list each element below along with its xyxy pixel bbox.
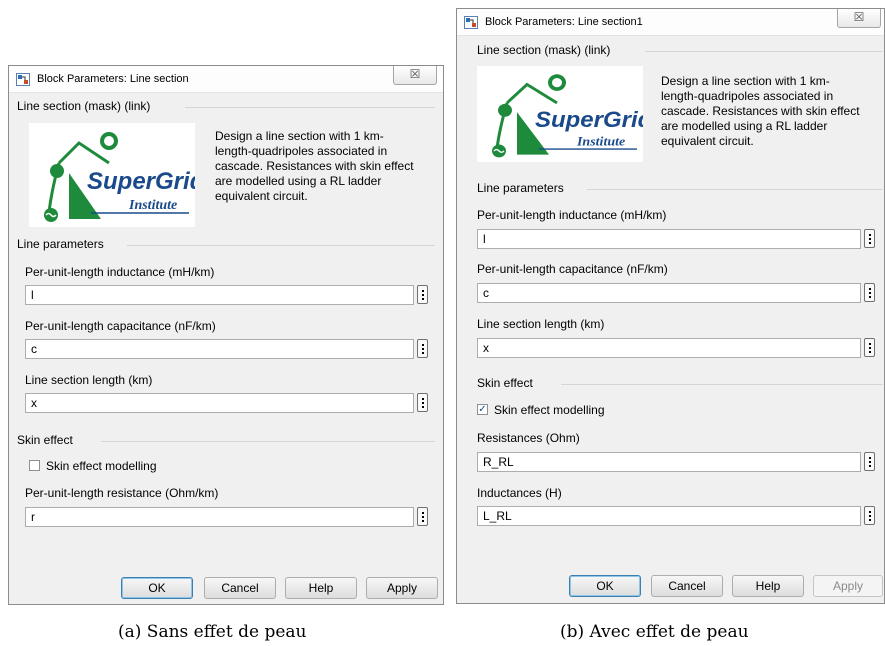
apply-button[interactable]: Apply	[813, 575, 883, 597]
checkmark-icon: ✓	[478, 404, 487, 415]
mask-header: Line section (mask) (link)	[17, 99, 151, 113]
line-params-header: Line parameters	[17, 237, 104, 251]
mask-description: Design a line section with 1 km- length-…	[661, 74, 860, 148]
capacitance-label: Per-unit-length capacitance (nF/km)	[477, 262, 668, 276]
title-bar[interactable]: Block Parameters: Line section1 ☒	[457, 9, 884, 36]
close-icon: ☒	[409, 67, 421, 81]
logo-sub: Institute	[576, 134, 625, 148]
title-bar[interactable]: Block Parameters: Line section ☒	[9, 66, 443, 93]
simulink-block-icon	[464, 16, 478, 29]
line-params-header: Line parameters	[477, 181, 564, 195]
simulink-block-icon	[16, 73, 30, 86]
help-button[interactable]: Help	[732, 575, 804, 597]
help-button[interactable]: Help	[285, 577, 357, 599]
skin-effect-header: Skin effect	[17, 433, 73, 447]
dialog-line-section: Block Parameters: Line section ☒ Line se…	[8, 65, 444, 605]
close-button[interactable]: ☒	[837, 9, 881, 28]
inductance-input[interactable]	[477, 229, 861, 249]
ok-button[interactable]: OK	[569, 575, 641, 597]
mask-description: Design a line section with 1 km- length-…	[215, 129, 414, 203]
window-title: Block Parameters: Line section	[37, 73, 189, 85]
inductance-label: Per-unit-length inductance (mH/km)	[25, 265, 215, 279]
inductances-input[interactable]	[477, 506, 861, 526]
close-icon: ☒	[853, 10, 865, 24]
skin-effect-checkbox-label: Skin effect modelling	[46, 459, 157, 473]
separator	[645, 51, 883, 52]
logo-name: SuperGrid	[87, 168, 195, 195]
ok-button[interactable]: OK	[121, 577, 193, 599]
length-label: Line section length (km)	[25, 373, 153, 387]
logo-sub: Institute	[128, 198, 177, 213]
skin-effect-checkbox[interactable]	[29, 460, 40, 471]
capacitance-label: Per-unit-length capacitance (nF/km)	[25, 319, 216, 333]
apply-button[interactable]: Apply	[366, 577, 438, 599]
separator	[127, 245, 435, 246]
skin-effect-checkbox[interactable]: ✓	[477, 404, 488, 415]
close-button[interactable]: ☒	[393, 66, 437, 85]
dialog-body: Line section (mask) (link) SuperGrid Ins…	[15, 93, 438, 601]
ellipsis-vertical-icon[interactable]	[864, 283, 875, 302]
inductances-label: Inductances (H)	[477, 486, 562, 500]
ellipsis-vertical-icon[interactable]	[864, 452, 875, 471]
separator	[587, 189, 883, 190]
length-input[interactable]	[25, 393, 414, 413]
dialog-body: Line section (mask) (link) SuperGrid Ins…	[463, 36, 884, 601]
inductance-label: Per-unit-length inductance (mH/km)	[477, 208, 667, 222]
skin-effect-checkbox-label: Skin effect modelling	[494, 403, 605, 417]
mask-header: Line section (mask) (link)	[477, 43, 611, 57]
capacitance-input[interactable]	[25, 339, 414, 359]
resistance-input[interactable]	[25, 507, 414, 527]
caption-b: (b) Avec effet de peau	[560, 622, 749, 642]
length-label: Line section length (km)	[477, 317, 605, 331]
cancel-button[interactable]: Cancel	[651, 575, 723, 597]
resistances-input[interactable]	[477, 452, 861, 472]
resistance-label: Per-unit-length resistance (Ohm/km)	[25, 486, 219, 500]
dialog-line-section1: Block Parameters: Line section1 ☒ Line s…	[456, 8, 885, 604]
ellipsis-vertical-icon[interactable]	[864, 506, 875, 525]
inductance-input[interactable]	[25, 285, 414, 305]
resistances-label: Resistances (Ohm)	[477, 431, 580, 445]
ellipsis-vertical-icon[interactable]	[417, 393, 428, 412]
ellipsis-vertical-icon[interactable]	[864, 338, 875, 357]
caption-a: (a) Sans effet de peau	[118, 622, 307, 642]
cancel-button[interactable]: Cancel	[204, 577, 276, 599]
window-title: Block Parameters: Line section1	[485, 16, 643, 28]
separator	[561, 384, 883, 385]
skin-effect-header: Skin effect	[477, 376, 533, 390]
supergrid-logo: SuperGrid Institute	[29, 123, 195, 227]
separator	[185, 107, 435, 108]
ellipsis-vertical-icon[interactable]	[417, 339, 428, 358]
capacitance-input[interactable]	[477, 283, 861, 303]
separator	[101, 441, 435, 442]
logo-name: SuperGrid	[535, 107, 643, 132]
ellipsis-vertical-icon[interactable]	[417, 507, 428, 526]
ellipsis-vertical-icon[interactable]	[417, 285, 428, 304]
supergrid-logo: SuperGrid Institute	[477, 66, 643, 162]
length-input[interactable]	[477, 338, 861, 358]
ellipsis-vertical-icon[interactable]	[864, 229, 875, 248]
